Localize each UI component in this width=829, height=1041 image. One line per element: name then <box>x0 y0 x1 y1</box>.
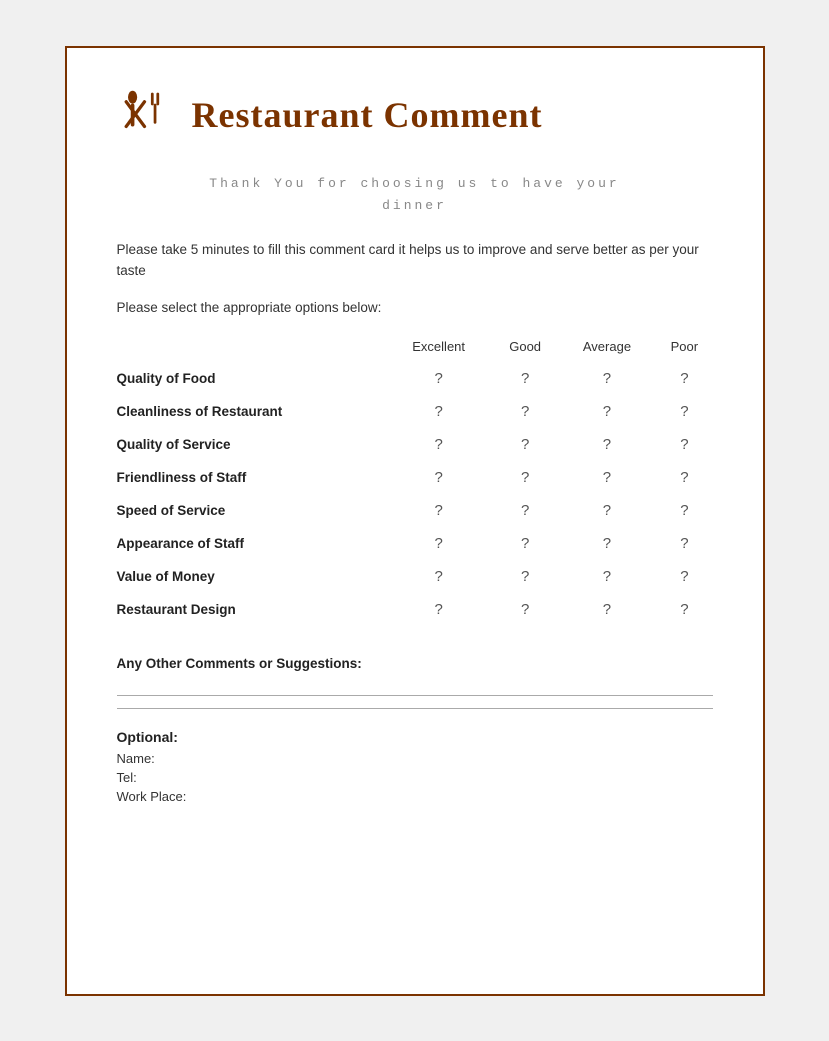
page-wrapper: Restaurant Comment Thank You for choosin… <box>0 0 829 1041</box>
row-label: Quality of Food <box>117 362 385 395</box>
table-row: Quality of Service???? <box>117 428 713 461</box>
optional-field: Tel: <box>117 770 713 785</box>
table-row: Speed of Service???? <box>117 494 713 527</box>
rating-cell[interactable]: ? <box>656 527 712 560</box>
rating-cell[interactable]: ? <box>656 593 712 626</box>
rating-cell[interactable]: ? <box>385 362 493 395</box>
rating-cell[interactable]: ? <box>558 494 657 527</box>
table-row: Appearance of Staff???? <box>117 527 713 560</box>
comment-card: Restaurant Comment Thank You for choosin… <box>65 46 765 996</box>
instruction-text: Please select the appropriate options be… <box>117 300 713 315</box>
comment-line-2 <box>117 708 713 709</box>
optional-field: Work Place: <box>117 789 713 804</box>
row-label: Quality of Service <box>117 428 385 461</box>
rating-cell[interactable]: ? <box>493 461 558 494</box>
rating-cell[interactable]: ? <box>656 362 712 395</box>
comments-section: Any Other Comments or Suggestions: <box>117 656 713 709</box>
rating-cell[interactable]: ? <box>385 494 493 527</box>
rating-cell[interactable]: ? <box>493 593 558 626</box>
header: Restaurant Comment <box>117 88 713 143</box>
comment-line-1 <box>117 695 713 696</box>
rating-cell[interactable]: ? <box>656 395 712 428</box>
table-row: Friendliness of Staff???? <box>117 461 713 494</box>
row-label: Appearance of Staff <box>117 527 385 560</box>
table-row: Quality of Food???? <box>117 362 713 395</box>
description-text: Please take 5 minutes to fill this comme… <box>117 239 713 282</box>
rating-cell[interactable]: ? <box>385 461 493 494</box>
cutlery-icon <box>117 88 172 143</box>
rating-cell[interactable]: ? <box>493 395 558 428</box>
rating-cell[interactable]: ? <box>558 560 657 593</box>
rating-cell[interactable]: ? <box>385 560 493 593</box>
rating-cell[interactable]: ? <box>493 494 558 527</box>
rating-cell[interactable]: ? <box>656 461 712 494</box>
rating-cell[interactable]: ? <box>558 593 657 626</box>
row-label: Cleanliness of Restaurant <box>117 395 385 428</box>
row-label: Speed of Service <box>117 494 385 527</box>
table-row: Restaurant Design???? <box>117 593 713 626</box>
col-header-label <box>117 339 385 362</box>
rating-cell[interactable]: ? <box>656 428 712 461</box>
table-header-row: Excellent Good Average Poor <box>117 339 713 362</box>
rating-cell[interactable]: ? <box>385 593 493 626</box>
rating-cell[interactable]: ? <box>385 527 493 560</box>
rating-cell[interactable]: ? <box>493 560 558 593</box>
table-row: Cleanliness of Restaurant???? <box>117 395 713 428</box>
rating-cell[interactable]: ? <box>558 527 657 560</box>
subtitle: Thank You for choosing us to have your d… <box>117 173 713 217</box>
row-label: Friendliness of Staff <box>117 461 385 494</box>
subtitle-line2: dinner <box>382 198 447 213</box>
rating-cell[interactable]: ? <box>558 362 657 395</box>
rating-cell[interactable]: ? <box>558 461 657 494</box>
row-label: Restaurant Design <box>117 593 385 626</box>
rating-cell[interactable]: ? <box>385 395 493 428</box>
optional-field: Name: <box>117 751 713 766</box>
page-title: Restaurant Comment <box>192 94 543 136</box>
comments-label: Any Other Comments or Suggestions: <box>117 656 713 671</box>
optional-section: Optional: Name: Tel: Work Place: <box>117 729 713 804</box>
col-header-poor: Poor <box>656 339 712 362</box>
row-label: Value of Money <box>117 560 385 593</box>
col-header-excellent: Excellent <box>385 339 493 362</box>
subtitle-line1: Thank You for choosing us to have your <box>209 176 619 191</box>
col-header-good: Good <box>493 339 558 362</box>
col-header-average: Average <box>558 339 657 362</box>
rating-cell[interactable]: ? <box>558 428 657 461</box>
table-row: Value of Money???? <box>117 560 713 593</box>
rating-cell[interactable]: ? <box>558 395 657 428</box>
rating-cell[interactable]: ? <box>656 494 712 527</box>
rating-table: Excellent Good Average Poor Quality of F… <box>117 339 713 626</box>
rating-cell[interactable]: ? <box>493 362 558 395</box>
rating-cell[interactable]: ? <box>493 428 558 461</box>
rating-cell[interactable]: ? <box>493 527 558 560</box>
rating-cell[interactable]: ? <box>656 560 712 593</box>
optional-title: Optional: <box>117 729 713 745</box>
rating-cell[interactable]: ? <box>385 428 493 461</box>
